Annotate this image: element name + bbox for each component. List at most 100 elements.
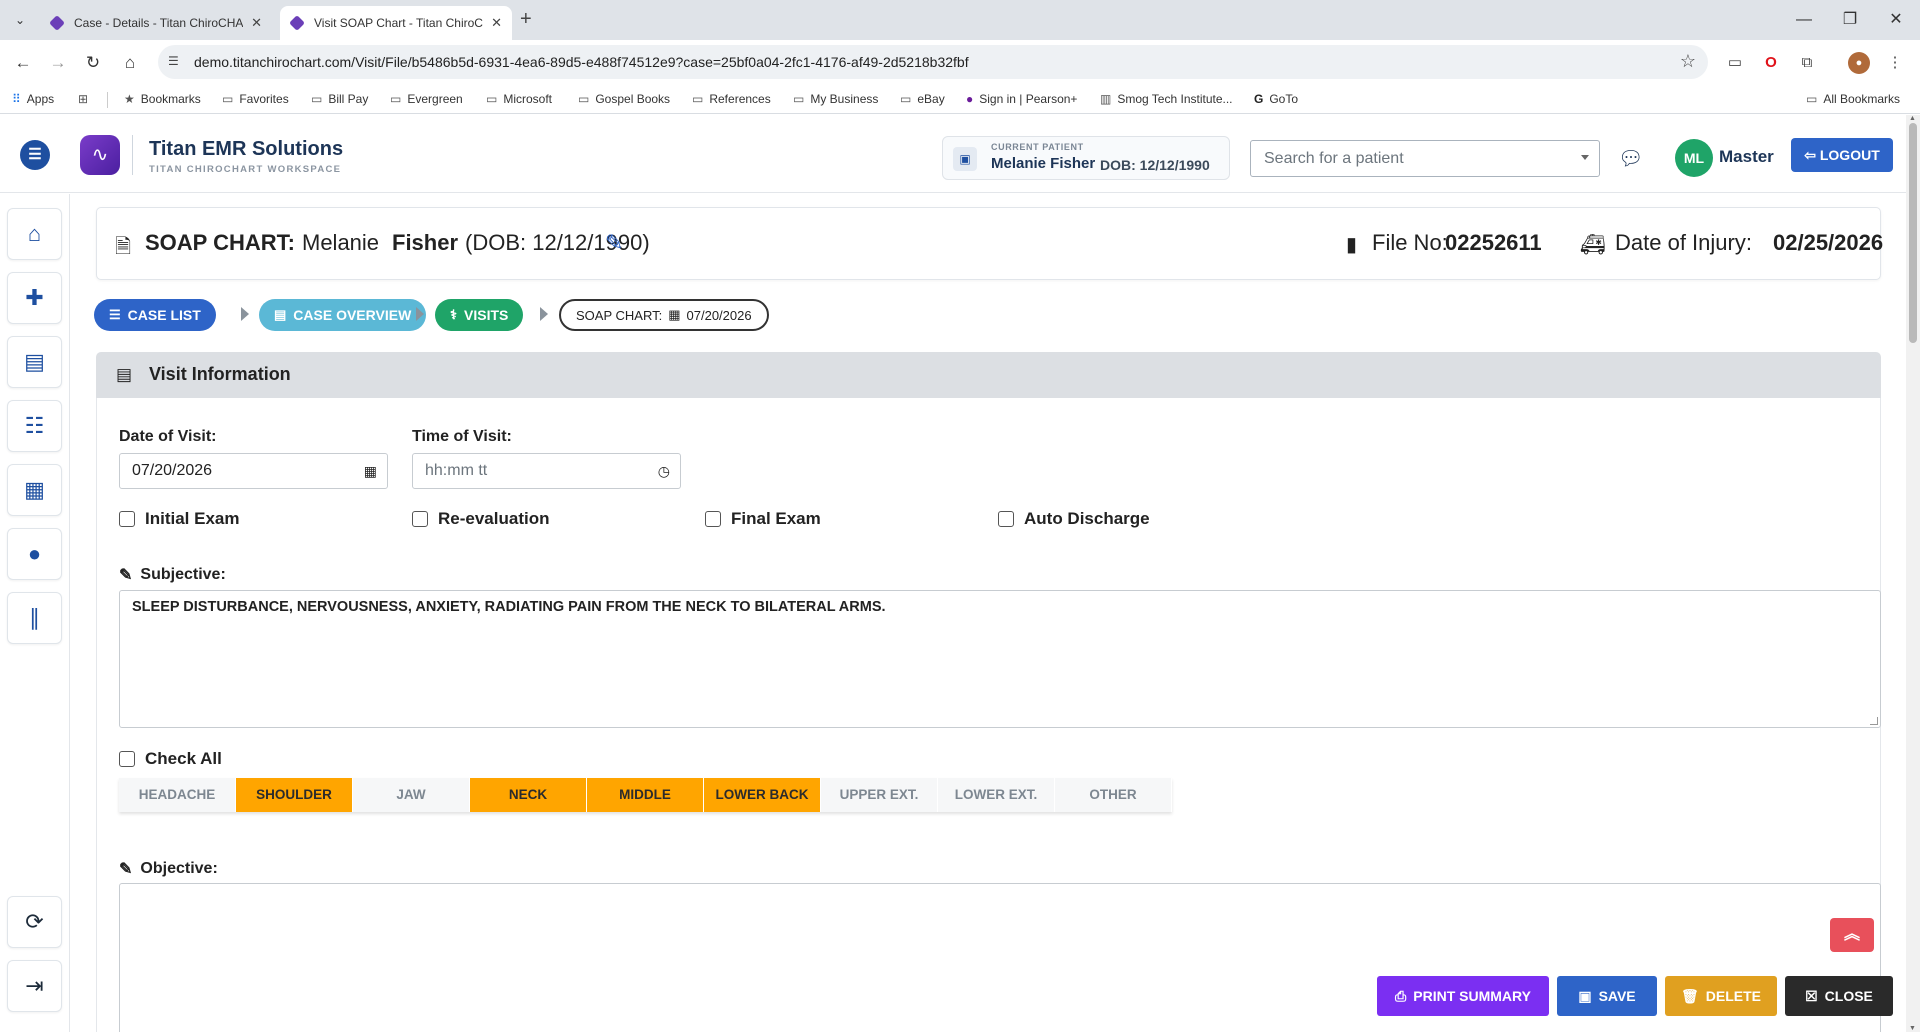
tab-search-dropdown-icon[interactable]: ⌄ [8,8,32,32]
bookmark-apps[interactable]: ⠿ Apps [12,92,54,106]
checkbox-box[interactable] [705,511,721,527]
browser-tab-case-details[interactable]: Case - Details - Titan ChiroCHART ✕ [40,6,272,40]
edit-patient-icon[interactable]: ✎ [605,230,623,256]
bookmark-ebay[interactable]: ▭ eBay [900,92,945,106]
calendar-icon[interactable]: ▦ [364,463,377,480]
logout-button[interactable]: ⇦ LOGOUT [1791,138,1893,172]
cast-icon[interactable]: ▭ [1724,52,1746,74]
sidebar-item-users[interactable]: ☷ [7,400,62,452]
breadcrumb-visits[interactable]: ⚕ VISITS [435,299,524,331]
patient-search-select[interactable] [1250,140,1600,177]
home-page-icon[interactable]: ⌂ [117,50,143,76]
checkbox-box[interactable] [119,511,135,527]
re-evaluation-checkbox[interactable]: Re-evaluation [412,509,549,529]
page-scrollbar[interactable]: ▲ ▼ [1906,115,1920,1032]
messages-icon[interactable]: 💬︎ [1618,146,1643,171]
date-of-visit-input[interactable] [120,454,387,488]
browser-tab-visit-soap[interactable]: Visit SOAP Chart - Titan ChiroCHART ✕ [280,6,512,40]
current-patient-card[interactable]: ▣ CURRENT PATIENT Melanie Fisher DOB: 12… [942,136,1230,180]
date-of-visit-field[interactable]: ▦ [119,453,388,489]
region-lower-ext[interactable]: LOWER EXT. [938,778,1055,812]
checkbox-box[interactable] [119,751,135,767]
clock-icon[interactable]: ◷ [658,463,670,480]
scroll-to-top-button[interactable]: ︽ [1830,918,1874,952]
time-of-visit-field[interactable]: ◷ [412,453,681,489]
region-middle[interactable]: MIDDLE [587,778,704,812]
checkbox-box[interactable] [412,511,428,527]
bookmark-star-icon[interactable]: ☆ [1680,51,1696,72]
bookmark-gospel-books[interactable]: ▭ Gospel Books [578,92,670,106]
url-bar[interactable]: ☰ demo.titanchirochart.com/Visit/File/b5… [158,45,1708,79]
save-button[interactable]: ▣ SAVE [1557,976,1657,1016]
bookmark-my-business[interactable]: ▭ My Business [793,92,878,106]
region-lower-back[interactable]: LOWER BACK [704,778,821,812]
check-all-checkbox[interactable]: Check All [119,749,222,769]
resize-handle[interactable] [1870,717,1878,725]
breadcrumb-case-list[interactable]: ☰ CASE LIST [94,299,216,331]
bookmark-label: All Bookmarks [1823,92,1901,106]
restore-icon[interactable]: ❐ [1827,6,1873,34]
scroll-up-icon[interactable]: ▲ [1909,115,1916,122]
checkbox-box[interactable] [998,511,1014,527]
site-icon: ▥ [1100,92,1112,106]
forward-icon[interactable]: → [45,50,71,76]
reload-icon[interactable]: ↻ [80,50,106,76]
bookmark-bookmarks[interactable]: ★ Bookmarks [124,92,201,106]
sidebar-item-patients[interactable]: ▤ [7,336,62,388]
initial-exam-checkbox[interactable]: Initial Exam [119,509,239,529]
delete-button[interactable]: 🗑︎ DELETE [1665,976,1777,1016]
user-name[interactable]: Master [1719,147,1774,167]
region-jaw[interactable]: JAW [353,778,470,812]
bookmark-evergreen[interactable]: ▭ Evergreen [390,92,463,106]
auto-discharge-checkbox[interactable]: Auto Discharge [998,509,1150,529]
sidebar-item-messages[interactable]: ● [7,528,62,580]
site-info-icon[interactable]: ☰ [168,54,184,70]
goto-icon: G [1254,92,1264,106]
tab-groups-icon[interactable]: ⊞ [78,92,94,106]
minimize-icon[interactable]: — [1781,6,1827,34]
tab-close-icon[interactable]: ✕ [491,15,502,31]
new-tab-icon[interactable]: + [520,8,532,31]
bookmark-microsoft[interactable]: ▭ Microsoft [486,92,552,106]
region-upper-ext[interactable]: UPPER EXT. [821,778,938,812]
window-close-icon[interactable]: ✕ [1873,6,1919,34]
extensions-icon[interactable]: ⧉ [1796,52,1818,74]
sidebar-item-barcode[interactable]: ∥ [7,592,62,644]
profile-avatar-icon[interactable]: ● [1848,52,1870,74]
sidebar-item-sync[interactable]: ⟳ [7,896,62,948]
bookmark-favorites[interactable]: ▭ Favorites [222,92,289,106]
bookmark-all-bookmarks[interactable]: ▭ All Bookmarks [1806,92,1900,106]
final-exam-checkbox[interactable]: Final Exam [705,509,821,529]
bookmark-references[interactable]: ▭ References [692,92,771,106]
chevron-down-icon[interactable] [1581,155,1589,160]
print-summary-button[interactable]: ⎙ PRINT SUMMARY [1377,976,1549,1016]
avatar[interactable]: ML [1675,139,1713,177]
sidebar-item-home[interactable]: ⌂ [7,208,62,260]
scroll-down-icon[interactable]: ▼ [1909,1025,1916,1032]
menu-toggle-icon[interactable]: ☰ [20,140,50,170]
region-shoulder[interactable]: SHOULDER [236,778,353,812]
scrollbar-thumb[interactable] [1909,123,1917,343]
region-other[interactable]: OTHER [1055,778,1172,812]
subjective-textarea[interactable]: SLEEP DISTURBANCE, NERVOUSNESS, ANXIETY,… [119,590,1881,728]
bookmark-smog-tech[interactable]: ▥ Smog Tech Institute... [1100,92,1233,106]
sidebar-item-calendar[interactable]: ▦ [7,464,62,516]
opera-extension-icon[interactable]: O [1760,52,1782,74]
browser-menu-icon[interactable]: ⋮ [1884,52,1906,74]
region-headache[interactable]: HEADACHE [119,778,236,812]
bookmark-goto[interactable]: G GoTo [1254,92,1298,106]
back-icon[interactable]: ← [10,50,36,76]
bookmark-pearson[interactable]: ● Sign in | Pearson+ [966,92,1077,106]
breadcrumb-case-overview[interactable]: ▤ CASE OVERVIEW [259,299,427,331]
calendar-icon: ▦ [668,307,681,322]
patient-search-input[interactable] [1251,141,1571,176]
sidebar-item-sign-out[interactable]: ⇥ [7,960,62,1012]
bookmark-bill-pay[interactable]: ▭ Bill Pay [311,92,368,106]
time-of-visit-input[interactable] [413,454,680,488]
date-of-injury-value: 02/25/2026 [1773,230,1884,255]
tab-close-icon[interactable]: ✕ [251,15,262,31]
folder-icon: ▭ [578,92,590,106]
close-button[interactable]: ☒ CLOSE [1785,976,1893,1016]
sidebar-item-cases[interactable]: ✚ [7,272,62,324]
region-neck[interactable]: NECK [470,778,587,812]
